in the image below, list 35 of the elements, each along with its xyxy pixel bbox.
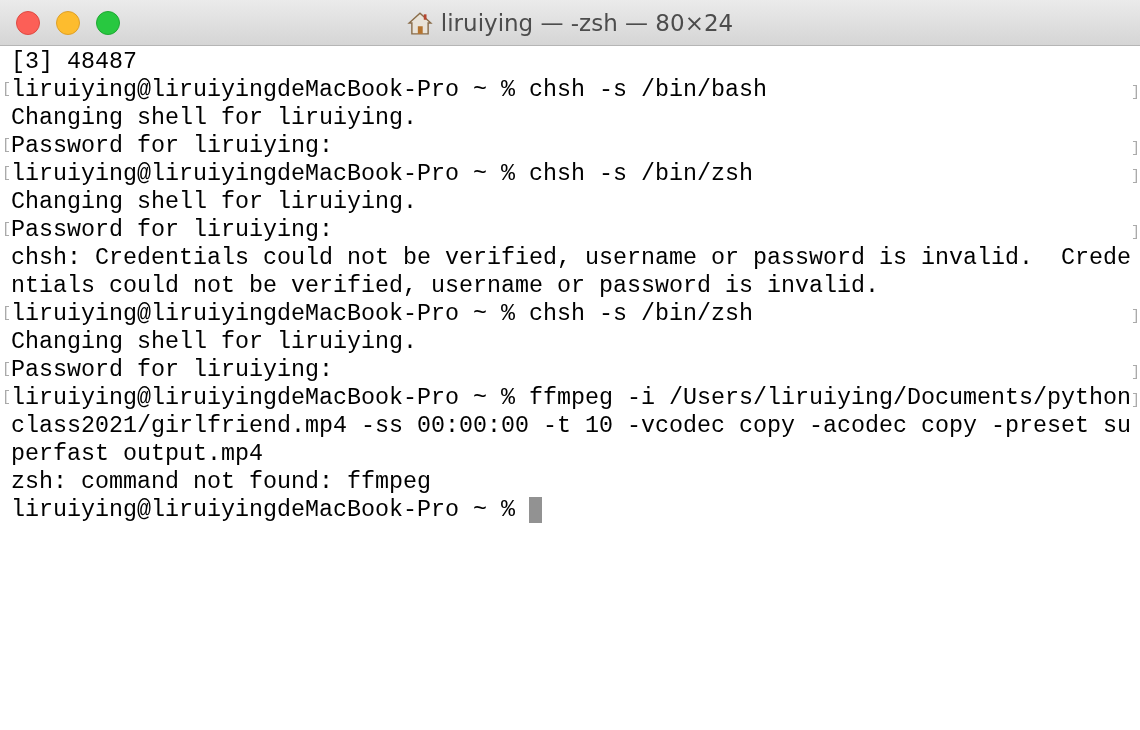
- line-mark: ]: [1131, 168, 1140, 185]
- terminal-line: [3] 48487: [11, 48, 137, 76]
- line-mark: ]: [1131, 224, 1140, 241]
- line-mark: [: [2, 80, 11, 100]
- terminal-line: Password for liruiying:: [11, 216, 333, 244]
- terminal-line: liruiying@liruiyingdeMacBook-Pro ~ % ffmpeg -i /Users/liruiying/Documents/python: [11, 384, 1131, 412]
- line-mark: ]: [1131, 140, 1140, 157]
- terminal-line: Changing shell for liruiying.: [11, 328, 417, 356]
- terminal-line: liruiying@liruiyingdeMacBook-Pro ~ % chsh -s /bin/zsh: [11, 300, 753, 328]
- minimize-button[interactable]: [56, 10, 80, 35]
- window-title: liruiying — -zsh — 80×24: [440, 9, 734, 36]
- line-mark: ]: [1131, 84, 1140, 101]
- terminal-line: Changing shell for liruiying.: [11, 188, 417, 216]
- terminal-line: liruiying@liruiyingdeMacBook-Pro ~ % chsh -s /bin/bash: [11, 76, 767, 104]
- close-button[interactable]: [16, 10, 40, 35]
- line-mark: [: [2, 360, 11, 380]
- line-mark: ]: [1131, 392, 1140, 409]
- terminal-line: class2021/girlfriend.mp4 -ss 00:00:00 -t 10 -vcodec copy -acodec copy -preset su: [11, 412, 1131, 440]
- terminal-line: liruiying@liruiyingdeMacBook-Pro ~ %: [11, 496, 516, 524]
- terminal-line: zsh: command not found: ffmpeg: [11, 468, 431, 496]
- terminal-line: liruiying@liruiyingdeMacBook-Pro ~ % chsh -s /bin/zsh: [11, 160, 753, 188]
- line-mark: ]: [1131, 308, 1140, 325]
- terminal-line: perfast output.mp4: [11, 440, 263, 468]
- terminal-line: Password for liruiying:: [11, 132, 333, 160]
- line-mark: [: [2, 304, 11, 324]
- terminal-line: ntials could not be verified, username or password is invalid.: [11, 272, 879, 300]
- line-mark: [: [2, 388, 11, 408]
- line-mark: ]: [1131, 364, 1140, 381]
- zoom-button[interactable]: [96, 10, 120, 35]
- terminal-line: Changing shell for liruiying.: [11, 104, 417, 132]
- line-mark: [: [2, 164, 11, 184]
- line-mark: [: [2, 220, 11, 240]
- line-mark: [: [2, 136, 11, 156]
- terminal-line: chsh: Credentials could not be verified, username or password is invalid. Crede: [11, 244, 1131, 272]
- terminal-line: Password for liruiying:: [11, 356, 333, 384]
